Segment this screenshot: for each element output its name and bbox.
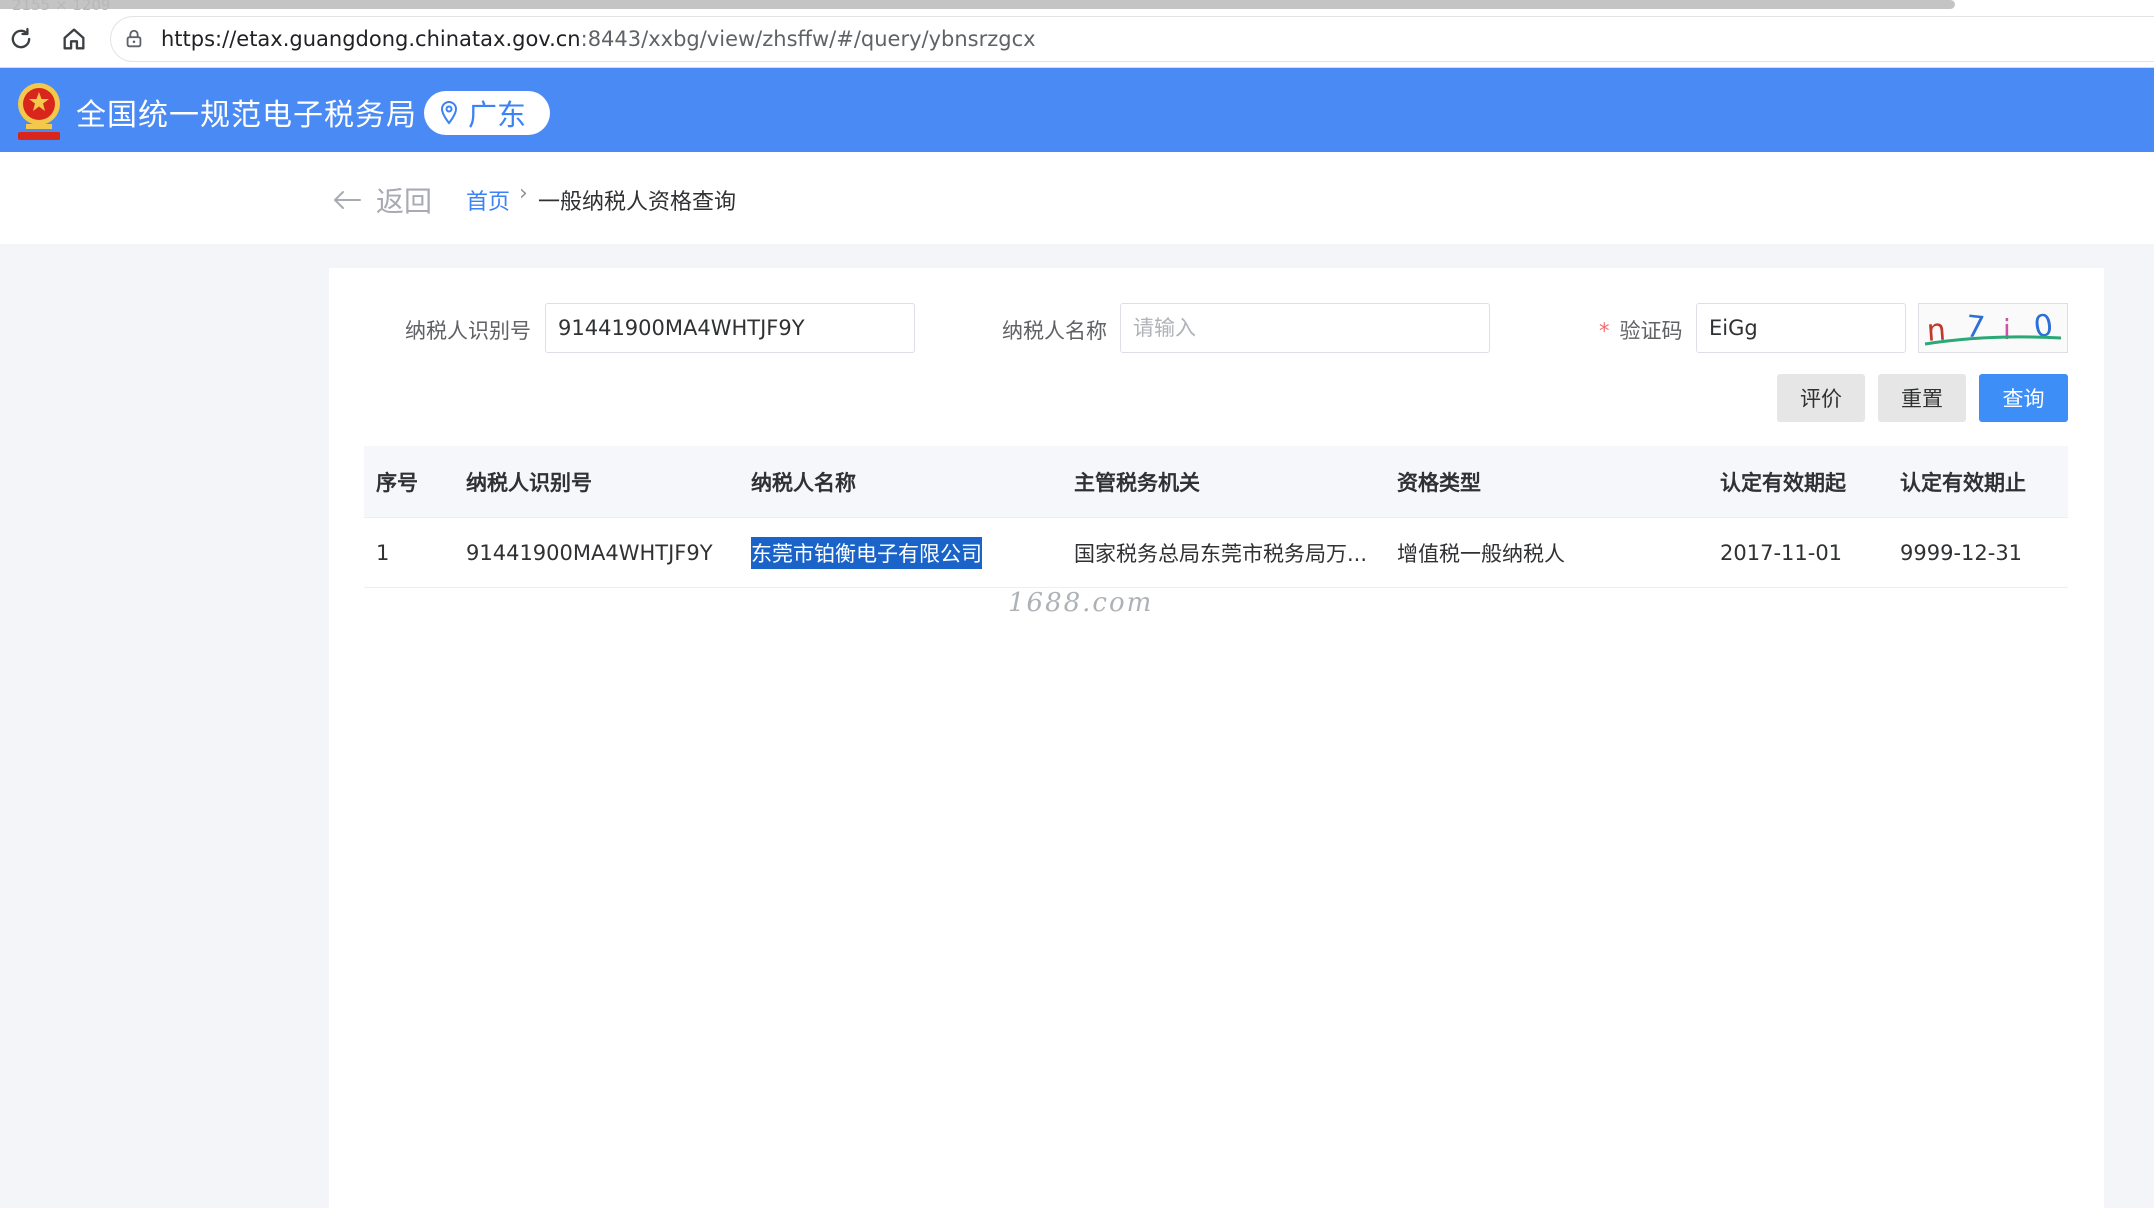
address-bar[interactable]: https://etax.guangdong.chinatax.gov.cn:8… [110, 16, 2154, 62]
captcha-label-group: * 验证码 [1599, 315, 1683, 345]
query-button[interactable]: 查询 [1979, 374, 2068, 422]
captcha-label: 验证码 [1619, 319, 1683, 343]
header-valid-from: 认定有效期起 [1720, 470, 1846, 495]
header-index: 序号 [376, 470, 418, 495]
table-row[interactable]: 1 91441900MA4WHTJF9Y 东莞市铂衡电子有限公司 国家税务总局东… [364, 518, 2068, 588]
breadcrumb-current: 一般纳税人资格查询 [538, 190, 737, 215]
required-mark: * [1599, 319, 1610, 343]
region-selector[interactable]: 广东 [424, 91, 550, 135]
cell-valid-to: 9999-12-31 [1900, 540, 2023, 565]
breadcrumb-separator: › [519, 181, 528, 206]
captcha-image[interactable]: n 7 i 0 [1918, 303, 2068, 353]
url-host: https://etax.guangdong.chinatax.gov.cn [161, 27, 581, 51]
url-text[interactable]: https://etax.guangdong.chinatax.gov.cn:8… [161, 27, 1036, 51]
site-title: 全国统一规范电子税务局 [76, 98, 417, 133]
national-emblem-icon [18, 83, 60, 140]
arrow-left-icon [334, 191, 361, 209]
header-taxpayer-name: 纳税人名称 [751, 470, 856, 495]
captcha-char-3: i [2003, 313, 2011, 346]
table-header: 序号 纳税人识别号 纳税人名称 主管税务机关 资格类型 认定有效期起 认定有效期… [364, 446, 2068, 518]
site-info-icon[interactable] [123, 28, 145, 50]
header-tax-authority: 主管税务机关 [1074, 470, 1200, 495]
back-button[interactable]: 返回 [332, 180, 432, 220]
region-label: 广东 [468, 98, 527, 132]
cell-qualification-type: 增值税一般纳税人 [1397, 541, 1565, 566]
back-label: 返回 [376, 185, 433, 218]
breadcrumb-bar: 返回 首页 › 一般纳税人资格查询 [0, 152, 2154, 244]
cell-tax-authority: 国家税务总局东莞市税务局万... [1074, 541, 1368, 566]
cell-taxpayer-id: 91441900MA4WHTJF9Y [466, 540, 713, 565]
selected-text: 东莞市铂衡电子有限公司 [751, 536, 982, 569]
cell-index: 1 [376, 540, 390, 565]
url-path: :8443/xxbg/view/zhsffw/#/query/ybnsrzgcx [580, 27, 1036, 51]
cell-taxpayer-name: 东莞市铂衡电子有限公司 [751, 518, 982, 587]
location-pin-icon [440, 100, 458, 125]
taxpayer-name-input[interactable] [1120, 303, 1490, 353]
cell-valid-from: 2017-11-01 [1720, 540, 1843, 565]
taxpayer-id-label: 纳税人识别号 [405, 319, 531, 343]
page-loading-bar [0, 0, 1955, 9]
header-valid-to: 认定有效期止 [1900, 470, 2026, 495]
reset-button[interactable]: 重置 [1878, 374, 1966, 422]
breadcrumb-home[interactable]: 首页 [466, 184, 510, 216]
captcha-char-4: 0 [2032, 308, 2056, 345]
header-qualification-type: 资格类型 [1397, 470, 1481, 495]
home-icon [63, 28, 85, 50]
captcha-graphic: n 7 i 0 [1924, 308, 2062, 349]
captcha-input[interactable] [1696, 303, 1906, 353]
header-taxpayer-id: 纳税人识别号 [466, 470, 592, 495]
reload-button[interactable] [4, 22, 38, 56]
home-button[interactable] [57, 22, 91, 56]
watermark: 1688.com [1008, 588, 1154, 618]
taxpayer-name-label: 纳税人名称 [1002, 319, 1107, 343]
results-table: 序号 纳税人识别号 纳税人名称 主管税务机关 资格类型 认定有效期起 认定有效期… [364, 446, 2068, 588]
screen-size-overlay: 2155 × 1209 [12, 0, 111, 14]
site-header: 全国统一规范电子税务局 广东 [0, 68, 2154, 152]
evaluate-button[interactable]: 评价 [1777, 374, 1865, 422]
reload-icon [11, 27, 31, 49]
taxpayer-id-input[interactable] [545, 303, 915, 353]
browser-toolbar: 2155 × 1209 https://etax.guangdong.china… [0, 0, 2154, 68]
query-panel: 纳税人识别号 纳税人名称 * 验证码 n 7 i 0 评价 重置 查询 序号 纳税… [329, 268, 2104, 1208]
